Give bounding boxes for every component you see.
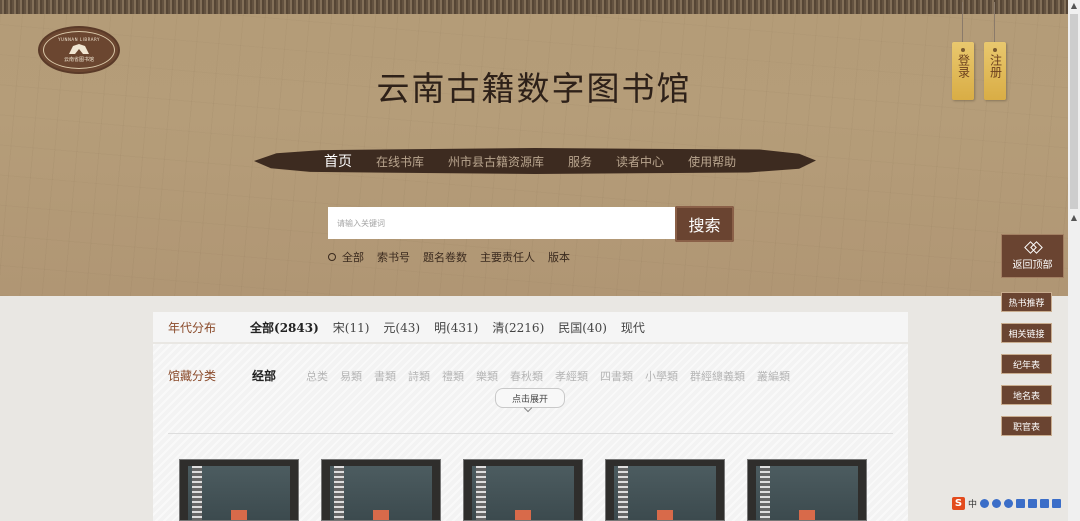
category-item[interactable]: 四書類 [600,368,633,384]
category-filter-row: 馆藏分类 经部 总类 易類 書類 詩類 禮類 樂類 春秋類 孝經類 四書類 小學… [168,367,802,384]
nav-item-home[interactable]: 首页 [324,151,352,171]
nav-item-regional-resources[interactable]: 州市县古籍资源库 [448,153,544,170]
search-option-call-number[interactable]: 索书号 [377,249,410,265]
era-item-republic[interactable]: 民国(40) [558,319,607,336]
login-tag-string [962,2,963,44]
nav-item-help[interactable]: 使用帮助 [688,153,736,170]
book-seal-stamp [657,510,673,520]
book-seal-stamp [515,510,531,520]
grid-menu-icon[interactable] [1052,498,1062,508]
search-button[interactable]: 搜索 [675,206,734,242]
register-tag-button[interactable]: 注册 [984,42,1006,100]
nav-item-reader-center[interactable]: 读者中心 [616,153,664,170]
vertical-scrollbar[interactable]: ▲ ▲ [1068,0,1080,521]
book-spine [760,466,770,520]
category-item[interactable]: 叢編類 [757,368,790,384]
ime-toolbar: S 中 [952,496,1068,510]
ime-mode-label[interactable]: 中 [968,497,977,510]
category-item[interactable]: 孝經類 [555,368,588,384]
nav-item-services[interactable]: 服务 [568,153,592,170]
login-tag-button[interactable]: 登录 [952,42,974,100]
side-button-place-names[interactable]: 地名表 [1001,385,1052,405]
punctuation-icon[interactable] [980,498,990,508]
book-spine [192,466,202,520]
side-button-related-links[interactable]: 相关链接 [1001,323,1052,343]
category-item[interactable]: 易類 [340,368,362,384]
category-filter-label: 馆藏分类 [168,369,217,383]
book-seal-stamp [231,510,247,520]
era-item-song[interactable]: 宋(11) [333,319,370,336]
register-tag-string [994,2,995,44]
book-thumbnail[interactable] [179,459,299,521]
era-item-qing[interactable]: 清(2216) [492,319,544,336]
sogou-ime-icon[interactable]: S [952,496,965,510]
scroll-thumb[interactable] [1070,14,1078,209]
book-seal-stamp [799,510,815,520]
search-field-options: 全部 索书号 题名卷数 主要责任人 版本 [328,249,583,265]
scroll-up-arrow-icon[interactable]: ▲ [1068,0,1080,12]
era-item-all[interactable]: 全部(2843) [250,319,319,336]
book-spine [476,466,486,520]
category-item[interactable]: 樂類 [476,368,498,384]
nav-item-online-library[interactable]: 在线书库 [376,153,424,170]
era-item-modern[interactable]: 现代 [621,319,645,336]
book-spine [334,466,344,520]
search-option-edition[interactable]: 版本 [548,249,570,265]
section-divider [168,433,893,434]
search-option-all[interactable]: 全部 [342,249,364,265]
main-nav: 首页 在线书库 州市县古籍资源库 服务 读者中心 使用帮助 [254,148,816,174]
era-filter-row: 年代分布 全部(2843) 宋(11) 元(43) 明(431) 清(2216)… [153,312,908,342]
book-spine [618,466,628,520]
search-option-title[interactable]: 题名卷数 [423,249,467,265]
category-item[interactable]: 書類 [374,368,396,384]
emoji-icon[interactable] [992,498,1002,508]
side-button-chronology[interactable]: 纪年表 [1001,354,1052,374]
category-item[interactable]: 小學類 [645,368,678,384]
skin-icon[interactable] [1028,498,1038,508]
category-item[interactable]: 总类 [306,368,328,384]
logo-building-icon [69,44,89,54]
book-thumbnail[interactable] [321,459,441,521]
era-item-yuan[interactable]: 元(43) [383,319,420,336]
search-option-author[interactable]: 主要责任人 [480,249,535,265]
decorative-top-strip [0,0,1068,14]
toolbox-icon[interactable] [1040,498,1050,508]
category-panel: 馆藏分类 经部 总类 易類 書類 詩類 禮類 樂類 春秋類 孝經類 四書類 小學… [153,344,908,521]
book-thumbnail[interactable] [463,459,583,521]
site-title: 云南古籍数字图书馆 [376,69,692,108]
category-item[interactable]: 群經總義類 [690,368,745,384]
side-button-official-titles[interactable]: 职官表 [1001,416,1052,436]
diamond-icon [1026,242,1040,252]
category-item-active[interactable]: 经部 [252,367,276,384]
era-item-ming[interactable]: 明(431) [434,319,478,336]
era-filter-label: 年代分布 [168,320,217,335]
scroll-down-arrow-icon[interactable]: ▲ [1068,212,1080,224]
search-input[interactable] [328,207,675,239]
microphone-icon[interactable] [1004,498,1014,508]
keyboard-icon[interactable] [1016,498,1026,508]
side-button-hot-books[interactable]: 热书推荐 [1001,292,1052,312]
radio-circle-icon[interactable] [328,253,336,261]
book-thumbnail[interactable] [605,459,725,521]
category-item[interactable]: 禮類 [442,368,464,384]
category-item[interactable]: 詩類 [408,368,430,384]
site-header: YUNNAN LIBRARY 云南省图书馆 云南古籍数字图书馆 登录 注册 首页… [0,0,1068,296]
book-seal-stamp [373,510,389,520]
logo-english-text: YUNNAN LIBRARY [58,37,100,42]
book-thumbnail[interactable] [747,459,867,521]
category-item[interactable]: 春秋類 [510,368,543,384]
back-to-top-label: 返回顶部 [1012,259,1053,271]
back-to-top-button[interactable]: 返回顶部 [1001,234,1064,278]
